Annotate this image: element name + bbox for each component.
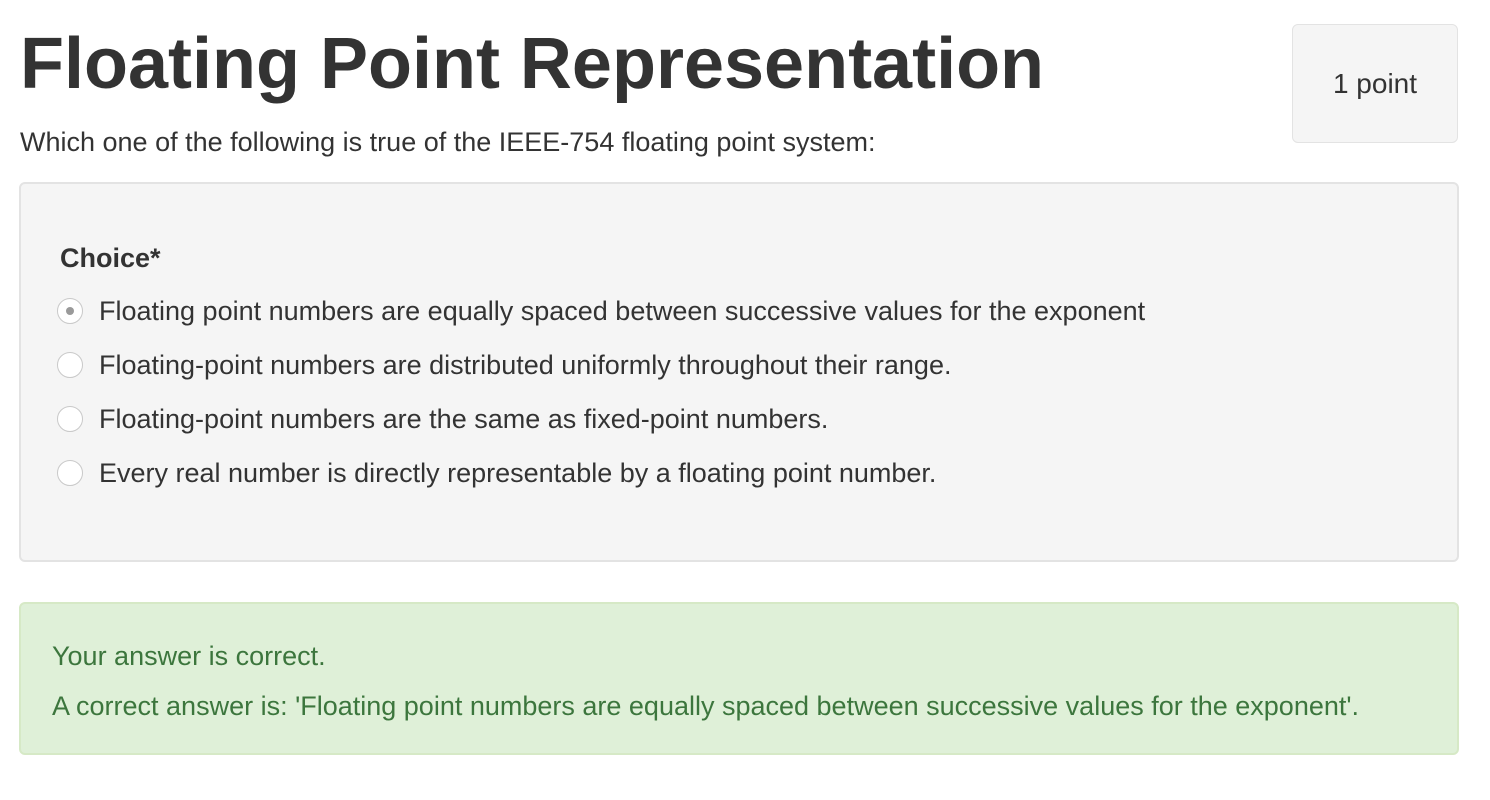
choice-option-label: Floating-point numbers are the same as f… [99,404,829,434]
radio-button[interactable] [57,460,83,486]
choice-option-2[interactable]: Floating-point numbers are distributed u… [57,345,951,385]
feedback-alert: Your answer is correct. A correct answer… [19,602,1459,755]
question-prompt: Which one of the following is true of th… [20,127,876,157]
feedback-status: Your answer is correct. [52,641,326,671]
choice-option-1[interactable]: Floating point numbers are equally space… [57,291,1145,331]
points-label: 1 point [1332,67,1418,99]
radio-button-selected[interactable] [57,298,83,324]
choice-panel: Choice* Floating point numbers are equal… [19,182,1459,562]
choice-option-3[interactable]: Floating-point numbers are the same as f… [57,399,828,439]
radio-button[interactable] [57,406,83,432]
page-title: Floating Point Representation [20,24,1045,104]
choice-option-label: Floating point numbers are equally space… [99,296,1146,326]
points-badge: 1 point [1292,24,1458,143]
choice-label: Choice* [60,243,161,273]
radio-dot-icon [66,307,74,315]
choice-option-label: Every real number is directly representa… [99,458,937,488]
feedback-correct-answer: A correct answer is: 'Floating point num… [52,691,1360,721]
choice-option-4[interactable]: Every real number is directly representa… [57,453,936,493]
radio-button[interactable] [57,352,83,378]
choice-option-label: Floating-point numbers are distributed u… [99,350,952,380]
